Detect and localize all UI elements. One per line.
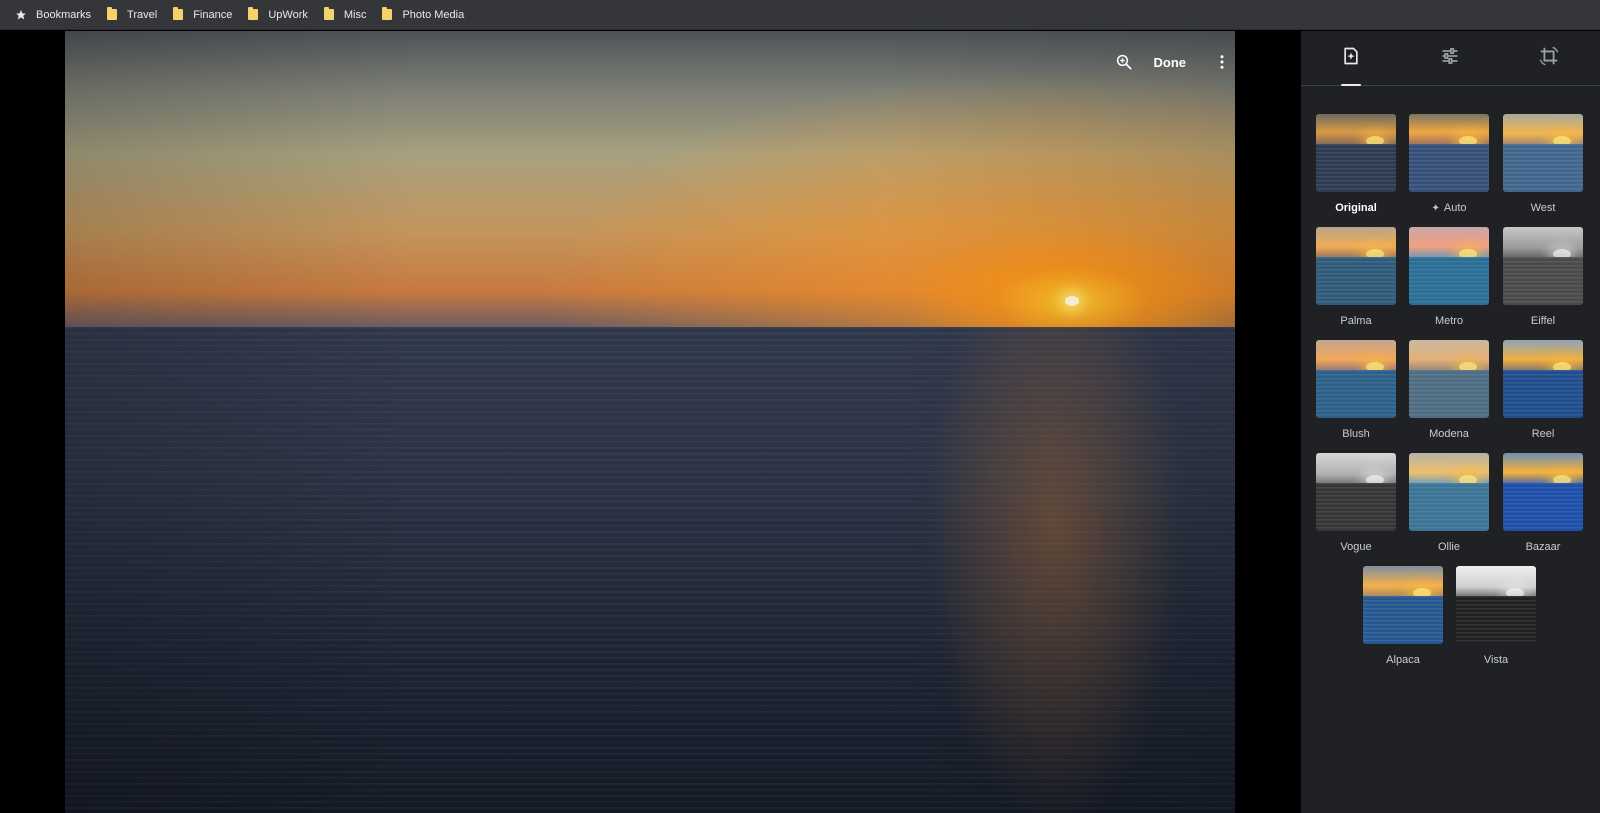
filter-label: Vista	[1483, 654, 1509, 666]
done-button[interactable]: Done	[1154, 55, 1187, 70]
filter-thumbnail	[1409, 340, 1489, 418]
filter-label: Palma	[1340, 315, 1372, 327]
photo-vignette	[65, 31, 1235, 813]
bookmark-item-bookmarks[interactable]: Bookmarks	[8, 3, 99, 27]
bookmark-folder-upwork[interactable]: UpWork	[240, 3, 316, 27]
folder-icon	[246, 7, 260, 22]
filter-thumbnail	[1316, 340, 1396, 418]
filter-thumbnail	[1409, 227, 1489, 305]
filter-label: Vogue	[1340, 541, 1372, 553]
bookmarks-bar: Bookmarks Travel Finance UpWork Misc Pho…	[0, 0, 1600, 30]
filter-thumbnail	[1316, 453, 1396, 531]
tab-filters[interactable]	[1323, 31, 1379, 86]
filter-alpaca[interactable]: Alpaca	[1363, 566, 1443, 666]
photo-viewer: Done	[0, 31, 1300, 813]
bookmark-folder-photo-media[interactable]: Photo Media	[374, 3, 472, 27]
photo-filter-icon	[1341, 46, 1361, 71]
bookmark-label: Finance	[193, 8, 233, 21]
folder-icon	[105, 7, 119, 22]
filter-label: Blush	[1342, 428, 1370, 440]
filter-blush[interactable]: Blush	[1316, 340, 1396, 440]
filter-vista[interactable]: Vista	[1456, 566, 1536, 666]
crop-rotate-icon	[1538, 45, 1560, 72]
filter-thumbnail	[1503, 453, 1583, 531]
sparkle-icon: ✦	[1431, 202, 1440, 214]
filter-thumbnail	[1316, 227, 1396, 305]
filter-metro[interactable]: Metro	[1409, 227, 1489, 327]
filter-label-row: ✦ Auto	[1409, 202, 1489, 214]
bookmark-label: Misc	[343, 8, 367, 21]
filter-thumbnail	[1363, 566, 1443, 644]
filter-thumbnail	[1503, 227, 1583, 305]
filter-thumbnail	[1316, 114, 1396, 192]
folder-icon	[322, 7, 336, 22]
filter-label: Modena	[1429, 428, 1469, 440]
bookmark-folder-misc[interactable]: Misc	[316, 3, 375, 27]
filter-label: Bazaar	[1525, 541, 1561, 553]
bookmark-label: Bookmarks	[36, 8, 92, 21]
filter-auto[interactable]: ✦ Auto	[1409, 114, 1489, 214]
bookmark-label: Photo Media	[402, 8, 465, 21]
filter-label: Ollie	[1437, 541, 1460, 553]
tab-adjust[interactable]	[1422, 31, 1478, 85]
filter-label: Reel	[1531, 428, 1555, 440]
more-vert-icon[interactable]	[1208, 48, 1236, 76]
filter-label: West	[1530, 202, 1556, 214]
filter-vogue[interactable]: Vogue	[1316, 453, 1396, 553]
filter-label: Alpaca	[1386, 654, 1420, 666]
photo-preview[interactable]	[65, 31, 1235, 813]
filter-thumbnail	[1409, 114, 1489, 192]
filter-label: Metro	[1434, 315, 1464, 327]
filter-eiffel[interactable]: Eiffel	[1503, 227, 1583, 327]
star-icon	[14, 8, 28, 22]
filter-label: Eiffel	[1530, 315, 1556, 327]
filter-thumbnail	[1409, 453, 1489, 531]
filter-label: Auto	[1443, 202, 1467, 214]
bookmark-label: UpWork	[268, 8, 308, 21]
editor-panel: Original ✦ Auto West Palma Metro Eiffel …	[1301, 31, 1600, 813]
folder-icon	[171, 7, 185, 22]
filter-thumbnail	[1456, 566, 1536, 644]
bookmark-folder-travel[interactable]: Travel	[99, 3, 165, 27]
tab-crop-rotate[interactable]	[1521, 31, 1577, 85]
zoom-in-icon[interactable]	[1110, 48, 1138, 76]
viewer-toolbar: Done	[1110, 48, 1237, 76]
filter-bazaar[interactable]: Bazaar	[1503, 453, 1583, 553]
filter-west[interactable]: West	[1503, 114, 1583, 214]
filter-ollie[interactable]: Ollie	[1409, 453, 1489, 553]
filter-thumbnail	[1503, 340, 1583, 418]
bookmark-label: Travel	[127, 8, 158, 21]
filter-palma[interactable]: Palma	[1316, 227, 1396, 327]
filter-modena[interactable]: Modena	[1409, 340, 1489, 440]
filter-thumbnail	[1503, 114, 1583, 192]
editor-tabs	[1301, 31, 1600, 86]
folder-icon	[380, 7, 394, 22]
bookmark-folder-finance[interactable]: Finance	[165, 3, 240, 27]
filter-reel[interactable]: Reel	[1503, 340, 1583, 440]
filter-label: Original	[1335, 202, 1377, 214]
filter-original[interactable]: Original	[1316, 114, 1396, 214]
tune-icon	[1440, 46, 1460, 71]
